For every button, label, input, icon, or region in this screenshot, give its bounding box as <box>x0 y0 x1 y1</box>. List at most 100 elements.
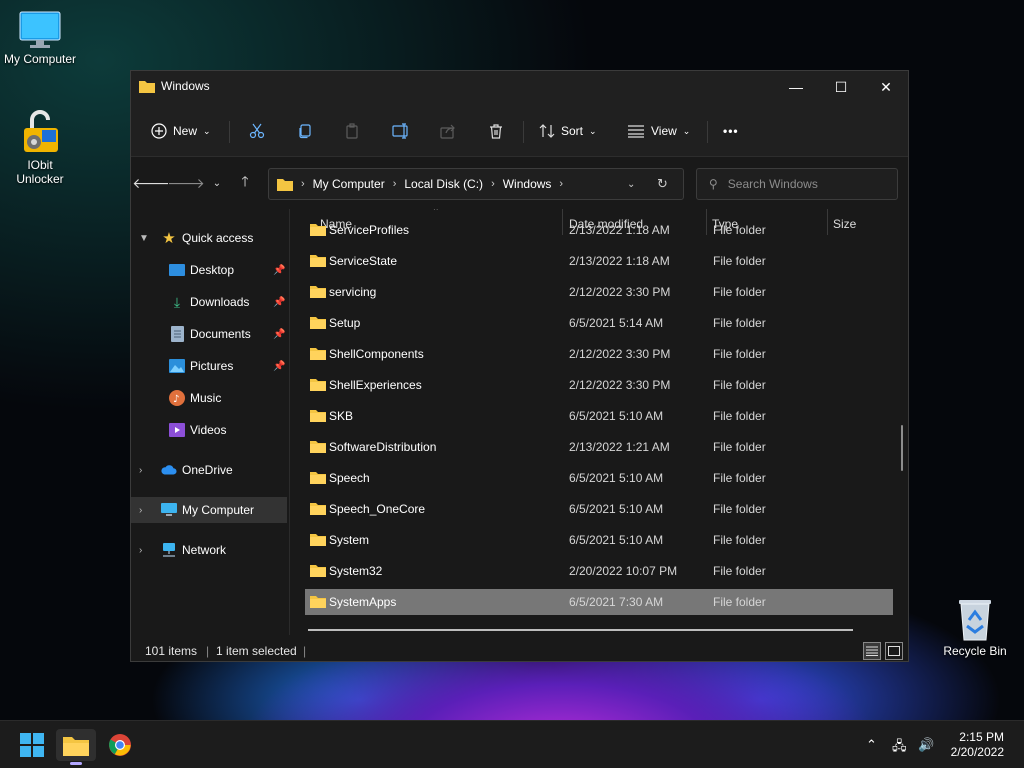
start-button[interactable] <box>12 729 52 761</box>
breadcrumb-windows[interactable]: Windows <box>503 177 552 191</box>
sidebar-item-quick-access[interactable]: ▼ ★ Quick access <box>131 225 287 251</box>
file-type: File folder <box>713 595 766 609</box>
folder-icon <box>310 565 326 577</box>
new-button[interactable]: New ⌄ <box>151 117 211 145</box>
chevron-right-icon[interactable]: › <box>139 545 142 556</box>
taskbar-file-explorer[interactable] <box>56 729 96 765</box>
chevron-right-icon[interactable]: › <box>139 465 142 476</box>
chevron-right-icon[interactable]: › <box>139 505 142 516</box>
status-bar: 101 items | 1 item selected | <box>131 639 908 663</box>
forward-button[interactable]: 🡒 <box>167 171 205 195</box>
toolbar-separator <box>229 121 230 143</box>
table-row[interactable]: ShellExperiences 2/12/2022 3:30 PM File fo… <box>305 372 893 398</box>
chevron-down-icon[interactable]: ▼ <box>139 233 149 244</box>
table-row[interactable]: System 6/5/2021 5:10 AM File folder <box>305 527 893 553</box>
back-button[interactable]: 🡐 <box>132 171 170 195</box>
copy-button[interactable] <box>297 117 313 145</box>
sort-ascending-icon: ⌃ <box>432 209 440 216</box>
up-button[interactable]: 🡑 <box>233 171 257 195</box>
network-tray-icon[interactable]: 🖧 <box>892 737 907 759</box>
desktop-icon-label: Recycle Bin <box>943 644 1007 658</box>
rename-button[interactable] <box>392 117 410 145</box>
more-options-button[interactable]: ••• <box>723 117 739 145</box>
recent-locations-button[interactable]: ⌄ <box>205 171 229 195</box>
system-clock[interactable]: 2:15 PM 2/20/2022 <box>951 730 1004 760</box>
desktop-icon-recycle-bin[interactable]: Recycle Bin <box>935 596 1015 658</box>
folder-icon <box>310 255 326 267</box>
table-row[interactable]: Speech_OneCore 6/5/2021 5:10 AM File folde… <box>305 496 893 522</box>
details-view-button[interactable] <box>863 642 881 660</box>
desktop-icon-my-computer[interactable]: My Computer <box>0 10 80 66</box>
volume-icon[interactable]: 🔊 <box>918 737 934 753</box>
file-name: Speech <box>329 471 370 485</box>
taskbar: ⌃ 🖧 🔊 2:15 PM 2/20/2022 <box>0 720 1024 768</box>
file-name: ShellExperiences <box>329 378 422 392</box>
view-label: View <box>651 124 677 138</box>
close-button[interactable]: ✕ <box>863 71 909 103</box>
pin-icon: 📌 <box>273 360 286 372</box>
view-button[interactable]: View ⌄ <box>627 117 690 145</box>
minimize-button[interactable]: — <box>773 71 819 103</box>
toolbar-separator <box>707 121 708 143</box>
plus-circle-icon <box>151 123 167 139</box>
address-bar[interactable]: › My Computer › Local Disk (C:) › Window… <box>268 168 684 200</box>
sidebar-item-music[interactable]: ♪ Music <box>131 385 287 411</box>
file-type: File folder <box>713 409 766 423</box>
pin-icon: 📌 <box>273 296 286 308</box>
table-row[interactable]: SoftwareDistribution 2/13/2022 1:21 AM Fil… <box>305 434 893 460</box>
sidebar-item-onedrive[interactable]: › OneDrive <box>131 457 287 483</box>
paste-button[interactable] <box>344 117 360 145</box>
share-button[interactable] <box>440 117 456 145</box>
sidebar-item-videos[interactable]: Videos <box>131 417 287 443</box>
cut-button[interactable] <box>249 117 265 145</box>
pane-divider[interactable] <box>289 209 290 635</box>
table-row[interactable]: Setup 6/5/2021 5:14 AM File folder <box>305 310 893 336</box>
address-dropdown-button[interactable]: ⌄ <box>627 179 635 190</box>
breadcrumb-my-computer[interactable]: My Computer <box>313 177 385 191</box>
file-name: ShellComponents <box>329 347 424 361</box>
breadcrumb-local-disk[interactable]: Local Disk (C:) <box>404 177 483 191</box>
table-row[interactable]: SKB 6/5/2021 5:10 AM File folder <box>305 403 893 429</box>
recycle-bin-icon <box>959 600 991 641</box>
table-row[interactable]: SystemApps 6/5/2021 7:30 AM File folder <box>305 589 893 615</box>
folder-icon <box>139 81 155 93</box>
trash-icon <box>490 124 502 139</box>
table-row[interactable]: servicing 2/12/2022 3:30 PM File folder <box>305 279 893 305</box>
windows-logo-icon <box>20 733 44 757</box>
folder-icon <box>310 348 326 360</box>
search-input[interactable] <box>727 177 888 191</box>
sidebar-item-downloads[interactable]: ⤓ Downloads 📌 <box>131 289 287 315</box>
sidebar-item-pictures[interactable]: Pictures 📌 <box>131 353 287 379</box>
sidebar-item-desktop[interactable]: Desktop 📌 <box>131 257 287 283</box>
folder-icon <box>277 179 293 191</box>
desktop-icon-iobit-unlocker[interactable]: IObit Unlocker <box>0 108 80 186</box>
rename-icon <box>392 123 408 139</box>
table-row[interactable]: System32 2/20/2022 10:07 PM File folder <box>305 558 893 584</box>
delete-button[interactable] <box>488 117 504 145</box>
vertical-scrollbar[interactable] <box>901 425 903 471</box>
sidebar-item-documents[interactable]: Documents 📌 <box>131 321 287 347</box>
file-date: 2/12/2022 3:30 PM <box>569 378 671 392</box>
sidebar-item-network[interactable]: › Network <box>131 537 287 563</box>
sidebar-item-label: Quick access <box>182 231 254 245</box>
search-box[interactable]: ⚲ <box>696 168 898 200</box>
large-icons-view-button[interactable] <box>885 642 903 660</box>
sidebar-item-my-computer[interactable]: › My Computer <box>131 497 287 523</box>
details-view-icon <box>866 646 878 656</box>
file-name: ServiceState <box>329 254 398 268</box>
refresh-button[interactable]: ↻ <box>657 176 668 192</box>
chevron-up-icon[interactable]: ⌃ <box>866 737 877 753</box>
table-row[interactable]: Speech 6/5/2021 5:10 AM File folder <box>305 465 893 491</box>
title-bar[interactable]: Windows — ☐ ✕ <box>131 71 908 103</box>
taskbar-chrome[interactable] <box>100 729 140 761</box>
horizontal-scrollbar[interactable] <box>308 629 853 631</box>
maximize-button[interactable]: ☐ <box>818 71 864 103</box>
more-icon: ••• <box>723 124 739 138</box>
table-row[interactable]: ServiceProfiles 2/13/2022 1:18 AM File fol… <box>305 217 893 243</box>
unlocker-icon <box>24 110 58 152</box>
sort-button[interactable]: Sort ⌄ <box>539 117 597 145</box>
table-row[interactable]: ServiceState 2/13/2022 1:18 AM File folder <box>305 248 893 274</box>
table-row[interactable]: ShellComponents 2/12/2022 3:30 PM File fol… <box>305 341 893 367</box>
chevron-right-icon: › <box>559 178 564 190</box>
status-separator: | <box>303 644 307 658</box>
